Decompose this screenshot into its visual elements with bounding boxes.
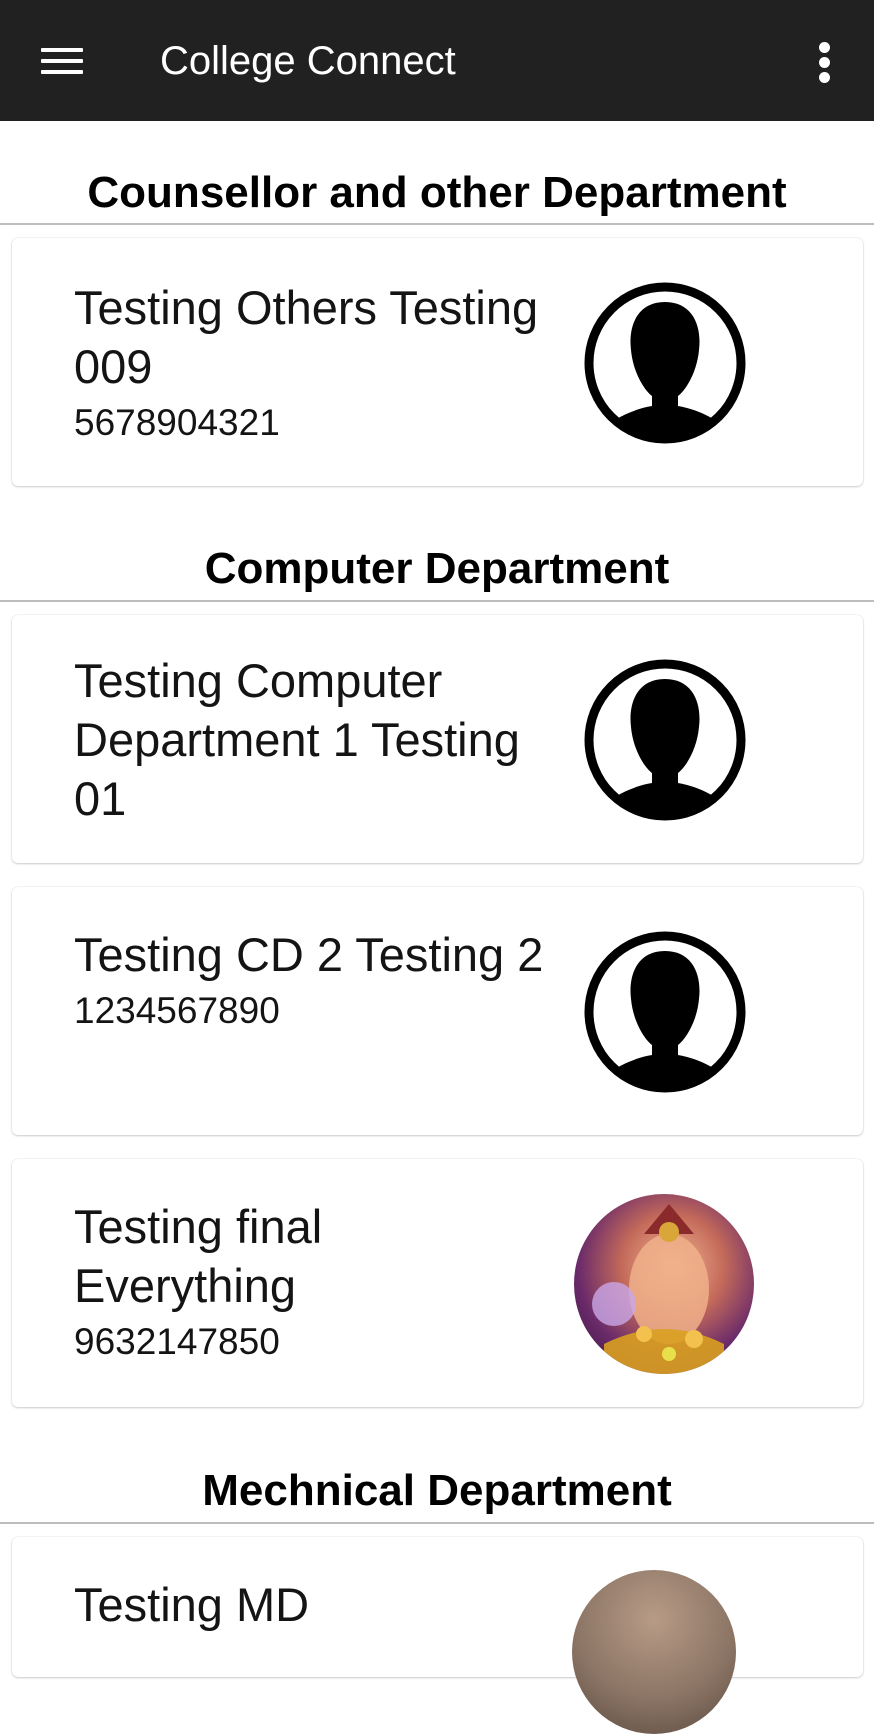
- more-vert-icon[interactable]: [800, 38, 850, 86]
- faculty-card[interactable]: Testing Others Testing 009 5678904321: [12, 238, 863, 486]
- faculty-card[interactable]: Testing CD 2 Testing 2 1234567890: [12, 887, 863, 1135]
- card-text: Testing MD: [74, 1575, 554, 1634]
- faculty-name: Testing Computer Department 1 Testing 01: [74, 654, 520, 825]
- section-divider: [0, 1522, 874, 1524]
- default-person-icon: [584, 282, 746, 444]
- photo-art: [592, 1204, 724, 1374]
- faculty-phone: 9632147850: [74, 1321, 280, 1362]
- menu-icon[interactable]: [32, 36, 88, 86]
- section-divider: [0, 223, 874, 225]
- faculty-name: Testing final Everything: [74, 1200, 323, 1312]
- faculty-phone: 5678904321: [74, 402, 280, 443]
- section-divider: [0, 600, 874, 602]
- app-bar: College Connect: [0, 0, 874, 121]
- faculty-card[interactable]: Testing Computer Department 1 Testing 01: [12, 615, 863, 863]
- faculty-name: Testing Others Testing 009: [74, 281, 539, 393]
- faculty-name: Testing CD 2 Testing 2: [74, 928, 544, 981]
- card-text: Testing Others Testing 009 5678904321: [74, 278, 554, 448]
- default-person-icon: [584, 931, 746, 1093]
- faculty-phone: 1234567890: [74, 990, 280, 1031]
- section-heading-computer: Computer Department: [204, 544, 670, 593]
- app-title: College Connect: [160, 39, 456, 83]
- faculty-name: Testing MD: [74, 1578, 310, 1631]
- profile-photo: [572, 1570, 736, 1734]
- card-text: Testing Computer Department 1 Testing 01: [74, 651, 554, 828]
- card-text: Testing CD 2 Testing 2 1234567890: [74, 925, 554, 1036]
- card-text: Testing final Everything 9632147850: [74, 1197, 554, 1367]
- default-person-icon: [584, 659, 746, 821]
- profile-photo: [574, 1194, 754, 1374]
- section-heading-mechanical: Mechnical Department: [202, 1466, 672, 1515]
- faculty-card[interactable]: Testing final Everything 9632147850: [12, 1159, 863, 1407]
- section-heading-counsellor: Counsellor and other Department: [87, 168, 787, 217]
